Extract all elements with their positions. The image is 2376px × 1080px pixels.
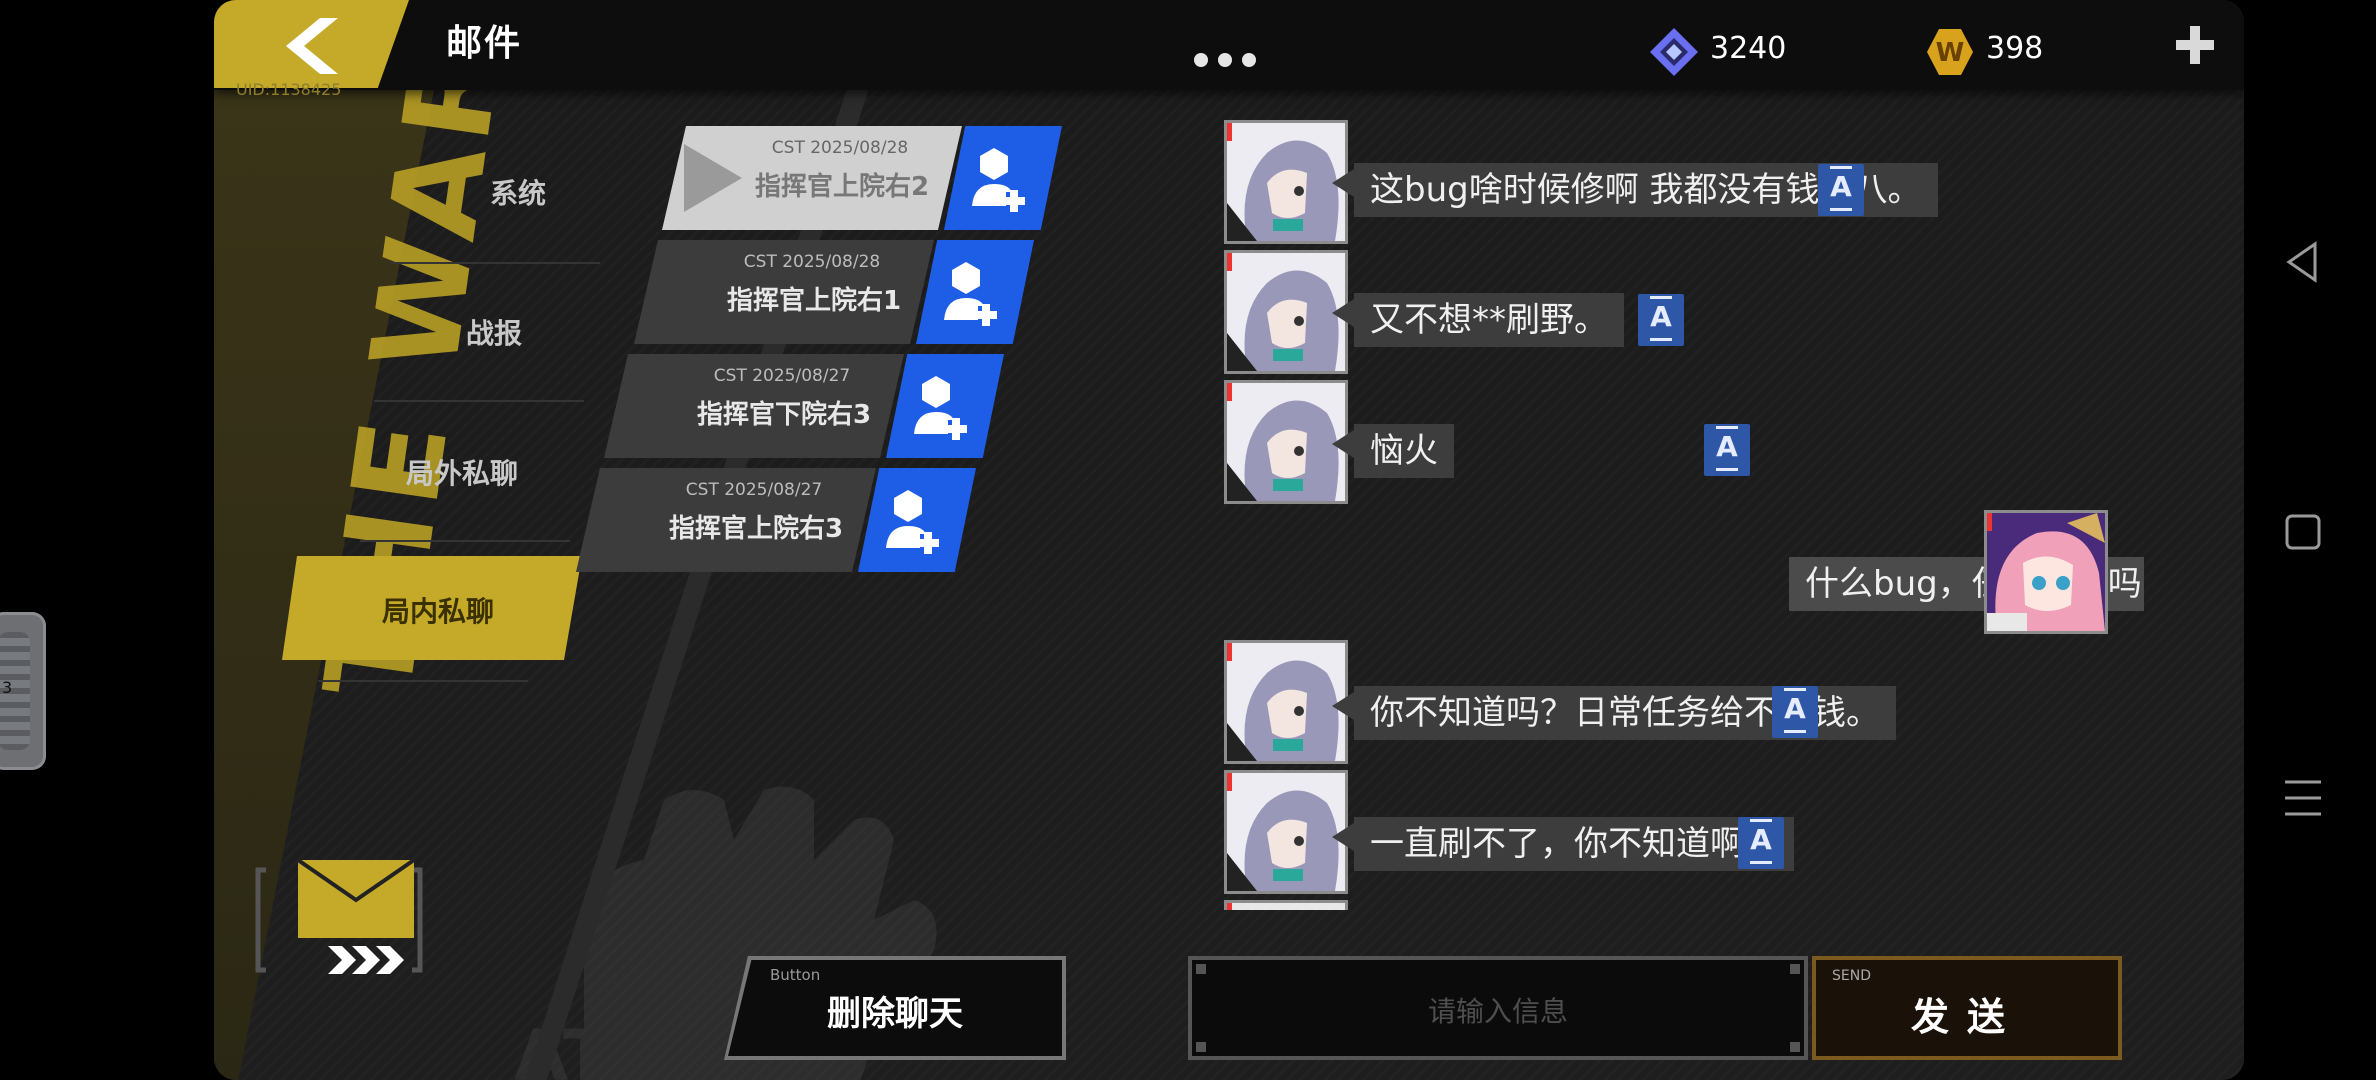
mail-item[interactable]: CST 2025/08/27 指挥官上院右3 xyxy=(576,468,986,572)
system-left-strip: 3 xyxy=(0,0,190,1080)
send-button[interactable]: SEND 发送 xyxy=(1812,956,2122,1060)
translate-icon: A xyxy=(1716,430,1738,463)
mail-sender: 指挥官下院右3 xyxy=(696,400,872,430)
coin-symbol: W xyxy=(1936,38,1965,68)
translate-button[interactable]: A xyxy=(1704,424,1750,476)
mail-envelope-icon xyxy=(255,860,423,974)
sender-avatar[interactable] xyxy=(1224,770,1348,894)
message-input-placeholder: 请输入信息 xyxy=(1427,995,1568,1028)
add-friend-button[interactable] xyxy=(916,240,1034,344)
back-arrow-icon xyxy=(286,18,338,74)
translate-icon: A xyxy=(1650,300,1672,333)
unread-marker xyxy=(1227,383,1232,401)
system-navigation-bar xyxy=(2245,0,2376,1080)
nav-menu-icon[interactable] xyxy=(2281,776,2325,820)
mail-item[interactable]: CST 2025/08/28 指挥官上院右2 xyxy=(662,126,1072,230)
input-corner xyxy=(1196,1042,1206,1052)
input-corner xyxy=(1790,1042,1800,1052)
chat-bubble: 恼火 xyxy=(1332,424,1454,478)
sender-avatar[interactable] xyxy=(1224,900,1348,910)
category-system[interactable]: 系统 xyxy=(490,172,546,212)
unread-marker xyxy=(1227,903,1232,910)
send-label: 发送 xyxy=(1910,995,2023,1039)
mail-date: CST 2025/08/28 xyxy=(743,252,881,272)
coin-amount: 398 xyxy=(1986,31,2044,66)
add-friend-icon xyxy=(914,376,967,440)
unread-marker xyxy=(1987,513,1992,531)
self-portrait-icon xyxy=(1987,513,2105,631)
mail-item[interactable]: CST 2025/08/27 指挥官下院右3 xyxy=(604,354,1014,458)
character-portrait-icon xyxy=(1227,123,1345,241)
mail-date: CST 2025/08/28 xyxy=(771,138,909,158)
add-friend-icon xyxy=(886,490,939,554)
character-portrait-icon xyxy=(1227,253,1345,371)
user-id: UID:1138425 xyxy=(236,80,342,99)
category-battle-report[interactable]: 战报 xyxy=(466,312,522,352)
coin-icon: W xyxy=(1927,29,1973,75)
translate-button[interactable]: A xyxy=(1818,164,1864,216)
category-inner-private-chat[interactable]: 局内私聊 xyxy=(382,590,494,630)
category-divider xyxy=(318,680,528,682)
top-bar: 邮件 3240 W 398 xyxy=(214,0,2244,90)
crystal-currency: 3240 xyxy=(1648,26,1848,76)
unread-marker xyxy=(1227,123,1232,141)
mail-date: CST 2025/08/27 xyxy=(713,366,851,386)
back-button[interactable] xyxy=(214,0,409,88)
category-outer-private-chat[interactable]: 局外私聊 xyxy=(406,452,518,492)
translate-button[interactable]: A xyxy=(1738,817,1784,869)
game-mail-window: THE WAR ATTI 系统 战报 局外私聊 局内私聊 邮件 3240 W 3… xyxy=(214,0,2244,1080)
mail-sender: 指挥官上院右2 xyxy=(754,172,930,202)
character-portrait-icon xyxy=(1227,773,1345,891)
input-corner xyxy=(1790,964,1800,974)
unread-marker xyxy=(1227,253,1232,271)
delete-chat-label: 删除聊天 xyxy=(827,994,963,1034)
mail-sender: 指挥官上院右1 xyxy=(726,286,902,316)
unread-marker xyxy=(1227,773,1232,791)
mail-date: CST 2025/08/27 xyxy=(685,480,823,500)
sender-avatar[interactable] xyxy=(1224,250,1348,374)
translate-icon: A xyxy=(1784,692,1806,725)
input-corner xyxy=(1196,964,1206,974)
sender-avatar[interactable] xyxy=(1224,120,1348,244)
category-divider xyxy=(360,540,570,542)
category-divider xyxy=(390,262,600,264)
add-friend-icon xyxy=(972,148,1025,212)
character-portrait-icon xyxy=(1227,643,1345,761)
chat-bubble: 一直刷不了，你不知道啊。 xyxy=(1332,817,1794,871)
sender-avatar[interactable] xyxy=(1224,640,1348,764)
edge-panel-handle[interactable]: 3 xyxy=(0,612,46,770)
self-avatar[interactable] xyxy=(1984,510,2108,634)
nav-home-icon[interactable] xyxy=(2281,510,2325,554)
add-friend-button[interactable] xyxy=(858,468,976,572)
translate-icon: A xyxy=(1830,170,1852,203)
category-divider xyxy=(374,400,584,402)
add-friend-button[interactable] xyxy=(886,354,1004,458)
delete-chat-button[interactable]: Button 删除聊天 xyxy=(724,956,1066,1060)
chat-message-area[interactable]: 这bug啥时候修啊 我都没有钱升八。 A 又不想**刷野。 A 恼火 A 什么b… xyxy=(1224,110,2144,910)
more-options-dots[interactable] xyxy=(1194,52,1266,71)
add-friend-icon xyxy=(944,262,997,326)
unread-marker xyxy=(1227,643,1232,661)
coin-currency: W 398 xyxy=(1924,26,2124,75)
page-title: 邮件 xyxy=(446,23,523,64)
button-tag: Button xyxy=(770,966,821,984)
translate-button[interactable]: A xyxy=(1772,686,1818,738)
sender-avatar[interactable] xyxy=(1224,380,1348,504)
crystal-icon xyxy=(1650,28,1698,76)
message-input[interactable]: 请输入信息 xyxy=(1188,956,1808,1060)
nav-back-icon[interactable] xyxy=(2281,240,2325,284)
add-currency-button[interactable] xyxy=(2172,22,2218,68)
translate-button[interactable]: A xyxy=(1638,294,1684,346)
crystal-amount: 3240 xyxy=(1710,31,1787,66)
edge-widget-value: 3 xyxy=(2,678,13,697)
mail-item[interactable]: CST 2025/08/28 指挥官上院右1 xyxy=(634,240,1044,344)
add-friend-button[interactable] xyxy=(944,126,1062,230)
chat-bubble: 又不想**刷野。 xyxy=(1332,293,1624,347)
character-portrait-icon xyxy=(1227,383,1345,501)
mail-sender: 指挥官上院右3 xyxy=(668,514,844,544)
translate-icon: A xyxy=(1750,823,1772,856)
send-tag: SEND xyxy=(1832,968,1871,984)
